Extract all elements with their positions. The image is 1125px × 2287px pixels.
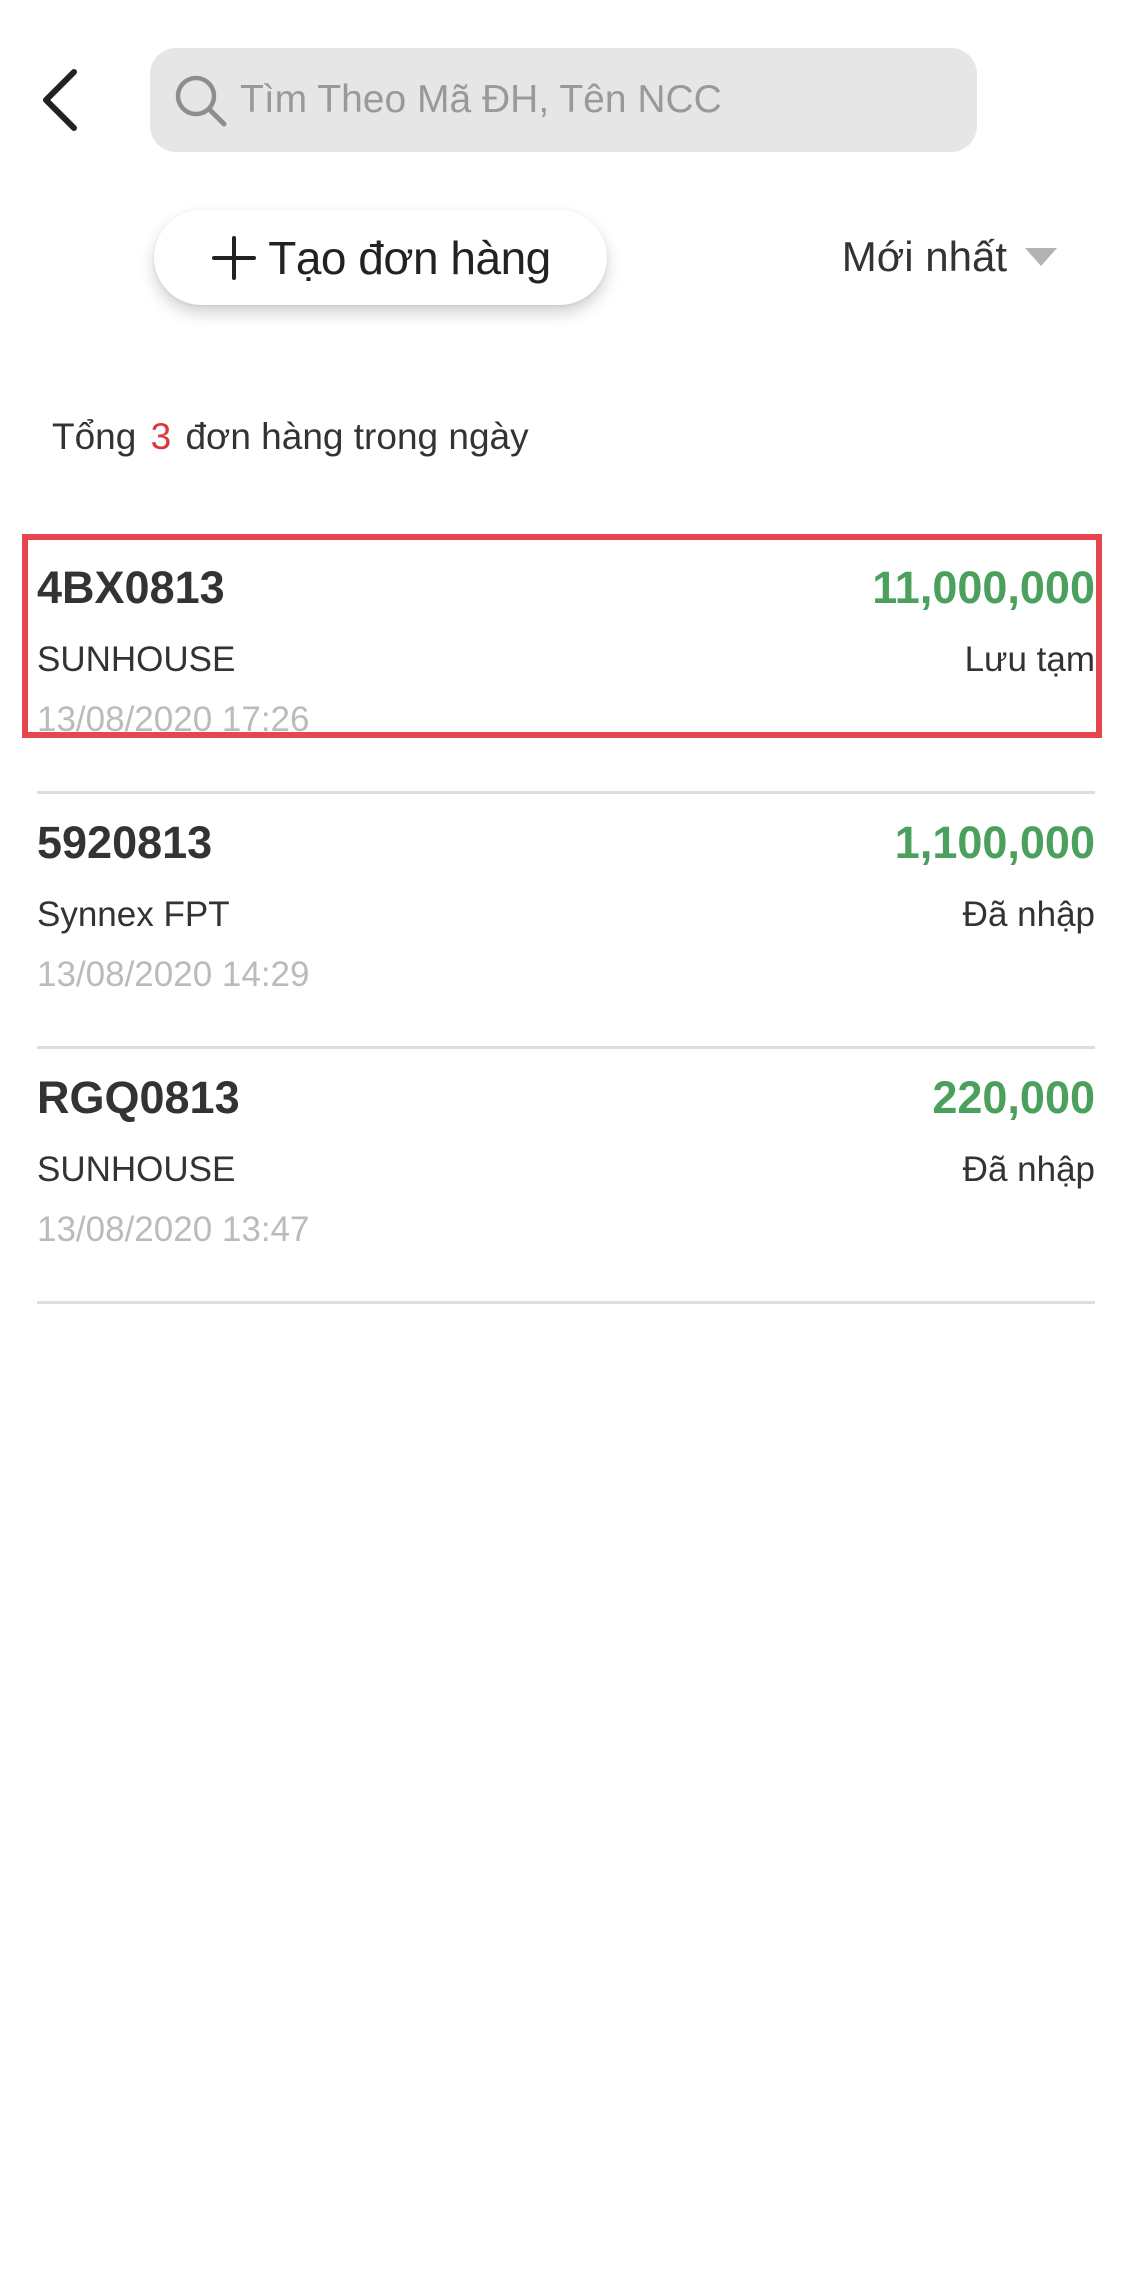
caret-down-icon	[1025, 247, 1057, 267]
list-item[interactable]: RGQ0813 220,000 SUNHOUSE Đã nhập 13/08/2…	[37, 1050, 1095, 1304]
search-bar[interactable]	[150, 48, 977, 152]
summary-suffix: đơn hàng trong ngày	[185, 416, 529, 457]
back-button[interactable]	[30, 62, 90, 142]
order-supplier: Synnex FPT	[37, 895, 230, 934]
order-amount: 1,100,000	[894, 817, 1095, 868]
order-status: Lưu tạm	[964, 640, 1095, 679]
list-item[interactable]: 4BX0813 11,000,000 SUNHOUSE Lưu tạm 13/0…	[37, 540, 1095, 794]
create-order-button[interactable]: Tạo đơn hàng	[154, 210, 607, 305]
order-supplier: SUNHOUSE	[37, 1150, 236, 1189]
order-amount: 11,000,000	[872, 562, 1095, 613]
order-supplier: SUNHOUSE	[37, 640, 236, 679]
summary-prefix: Tổng	[52, 416, 137, 457]
order-code: 4BX0813	[37, 562, 225, 613]
divider	[37, 791, 1095, 794]
order-status: Đã nhập	[962, 895, 1095, 934]
sort-label: Mới nhất	[841, 233, 1007, 280]
divider	[37, 1301, 1095, 1304]
list-item[interactable]: 5920813 1,100,000 Synnex FPT Đã nhập 13/…	[37, 795, 1095, 1049]
order-code: 5920813	[37, 817, 213, 868]
order-status: Đã nhập	[962, 1150, 1095, 1189]
chevron-left-icon	[40, 68, 80, 137]
order-summary: Tổng 3 đơn hàng trong ngày	[52, 416, 529, 458]
order-time: 13/08/2020 17:26	[37, 700, 310, 739]
order-code: RGQ0813	[37, 1072, 240, 1123]
search-input[interactable]	[240, 78, 940, 122]
order-count: 3	[150, 416, 172, 457]
order-time: 13/08/2020 13:47	[37, 1210, 310, 1249]
search-icon	[170, 70, 230, 130]
order-amount: 220,000	[932, 1072, 1095, 1123]
divider	[37, 1046, 1095, 1049]
order-time: 13/08/2020 14:29	[37, 955, 310, 994]
sort-dropdown[interactable]: Mới nhất	[842, 225, 1057, 289]
plus-icon	[210, 234, 258, 282]
create-order-label: Tạo đơn hàng	[268, 231, 551, 284]
